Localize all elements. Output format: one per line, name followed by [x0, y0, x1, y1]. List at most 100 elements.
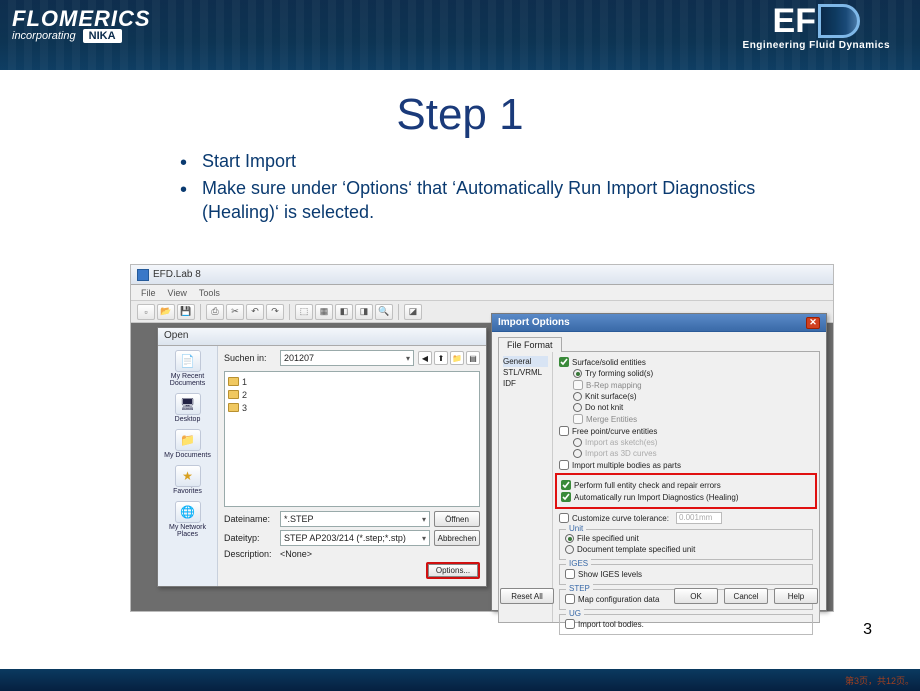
sidebar-item-documents[interactable]: 📁My Documents: [162, 429, 214, 459]
radio-label: Import as 3D curves: [585, 449, 657, 458]
cancel-button[interactable]: Abbrechen: [434, 530, 480, 546]
check-import-multiple[interactable]: Import multiple bodies as parts: [559, 459, 813, 471]
description-value: <None>: [280, 549, 480, 559]
sidebar-item-desktop[interactable]: 🖥Desktop: [162, 393, 214, 423]
close-icon[interactable]: ✕: [806, 317, 820, 329]
look-in-value: 201207: [284, 353, 314, 363]
options-button[interactable]: Options...: [426, 562, 480, 579]
sidebar-label: Desktop: [175, 416, 201, 423]
radio-icon: [565, 545, 574, 554]
footer-note: 第3页，共12页。: [845, 674, 914, 687]
toolbar-view2-icon[interactable]: ◨: [355, 304, 373, 320]
tab-file-format[interactable]: File Format: [498, 337, 562, 352]
toolbar-grid-icon[interactable]: ▦: [315, 304, 333, 320]
radio-icon: [573, 449, 582, 458]
check-label: Import multiple bodies as parts: [572, 461, 681, 470]
sidebar-label: My Documents: [164, 452, 211, 459]
folder-icon: [228, 390, 239, 399]
check-ug-import[interactable]: Import tool bodies.: [565, 618, 807, 630]
ok-button[interactable]: OK: [674, 588, 718, 604]
tolerance-input[interactable]: 0.001mm: [676, 512, 722, 524]
folder-item[interactable]: 3: [228, 401, 476, 414]
menu-item-file[interactable]: File: [141, 288, 156, 298]
toolbar-new-icon[interactable]: ▫: [137, 304, 155, 320]
radio-label: Try forming solid(s): [585, 369, 653, 378]
toolbar-misc-icon[interactable]: ◪: [404, 304, 422, 320]
check-free-point[interactable]: Free point/curve entities: [559, 425, 813, 437]
toolbar-print-icon[interactable]: ⎙: [206, 304, 224, 320]
sidebar-item-favorites[interactable]: ★Favorites: [162, 465, 214, 495]
check-brep[interactable]: B-Rep mapping: [573, 379, 813, 391]
toolbar-select-icon[interactable]: ⬚: [295, 304, 313, 320]
menu-item-view[interactable]: View: [168, 288, 187, 298]
filetype-value: STEP AP203/214 (*.step;*.stp): [284, 533, 406, 543]
reset-all-button[interactable]: Reset All: [500, 588, 554, 604]
check-label: Surface/solid entities: [572, 358, 646, 367]
import-options-tabs: File Format: [492, 332, 826, 351]
new-folder-icon[interactable]: 📁: [450, 351, 464, 365]
folder-icon: [228, 377, 239, 386]
format-item-stl[interactable]: STL/VRML: [503, 367, 548, 378]
format-item-general[interactable]: General: [503, 356, 548, 367]
radio-do-not-knit[interactable]: Do not knit: [559, 402, 813, 413]
filename-value: *.STEP: [284, 514, 314, 524]
sidebar-item-network[interactable]: 🌐My Network Places: [162, 501, 214, 538]
documents-icon: 📁: [175, 429, 201, 451]
up-icon[interactable]: ⬆: [434, 351, 448, 365]
check-custom-tolerance[interactable]: Customize curve tolerance:0.001mm: [559, 511, 813, 525]
network-icon: 🌐: [175, 501, 201, 523]
app-icon: [137, 269, 149, 281]
folder-name: 3: [242, 403, 247, 413]
toolbar-open-icon[interactable]: 📂: [157, 304, 175, 320]
toolbar-undo-icon[interactable]: ↶: [246, 304, 264, 320]
brand-main: FLOMERICS: [12, 6, 151, 31]
open-main: Suchen in: 201207▾ ◀ ⬆ 📁 ▤ 1 2 3 Dateina…: [218, 346, 486, 586]
radio-knit[interactable]: Knit surface(s): [559, 391, 813, 402]
look-in-combo[interactable]: 201207▾: [280, 350, 414, 366]
filetype-label: Dateityp:: [224, 533, 276, 543]
open-button[interactable]: Öffnen: [434, 511, 480, 527]
menu-item-tools[interactable]: Tools: [199, 288, 220, 298]
filename-input[interactable]: *.STEP▾: [280, 511, 430, 527]
import-options-buttons: OK Cancel Help: [674, 588, 818, 604]
toolbar-separator: [200, 304, 201, 320]
check-iges-levels[interactable]: Show IGES levels: [565, 568, 807, 580]
toolbar-view-icon[interactable]: ◧: [335, 304, 353, 320]
app-menubar: File View Tools: [131, 285, 833, 301]
page-number: 3: [863, 621, 872, 639]
toolbar-zoom-icon[interactable]: 🔍: [375, 304, 393, 320]
toolbar-separator: [289, 304, 290, 320]
radio-try-forming[interactable]: Try forming solid(s): [559, 368, 813, 379]
help-button[interactable]: Help: [774, 588, 818, 604]
check-merge[interactable]: Merge Entities: [573, 413, 813, 425]
folder-name: 2: [242, 390, 247, 400]
check-full-entity[interactable]: Perform full entity check and repair err…: [561, 479, 811, 491]
favorites-icon: ★: [175, 465, 201, 487]
folder-item[interactable]: 1: [228, 375, 476, 388]
look-in-label: Suchen in:: [224, 353, 276, 363]
filetype-combo[interactable]: STEP AP203/214 (*.step;*.stp)▾: [280, 530, 430, 546]
sidebar-item-recent[interactable]: 📄My Recent Documents: [162, 350, 214, 387]
import-options-titlebar: Import Options ✕: [492, 314, 826, 332]
radio-file-unit[interactable]: File specified unit: [565, 533, 807, 544]
brand-sub: incorporating: [12, 30, 76, 42]
footer-bar: [0, 669, 920, 691]
radio-icon: [573, 369, 582, 378]
format-item-idf[interactable]: IDF: [503, 378, 548, 389]
toolbar-redo-icon[interactable]: ↷: [266, 304, 284, 320]
toolbar-save-icon[interactable]: 💾: [177, 304, 195, 320]
file-list[interactable]: 1 2 3: [224, 371, 480, 507]
check-surface-solid[interactable]: Surface/solid entities: [559, 356, 813, 368]
folder-item[interactable]: 2: [228, 388, 476, 401]
open-dialog-title: Open: [158, 328, 486, 346]
back-icon[interactable]: ◀: [418, 351, 432, 365]
open-sidebar: 📄My Recent Documents 🖥Desktop 📁My Docume…: [158, 346, 218, 586]
cancel-button[interactable]: Cancel: [724, 588, 768, 604]
radio-doc-unit[interactable]: Document template specified unit: [565, 544, 807, 555]
check-auto-diagnostics[interactable]: Automatically run Import Diagnostics (He…: [561, 491, 811, 503]
toolbar-cut-icon[interactable]: ✂: [226, 304, 244, 320]
brand-logo-right: E F Engineering Fluid Dynamics: [743, 4, 890, 51]
bullet-item: Start Import: [180, 150, 800, 173]
filename-label: Dateiname:: [224, 514, 276, 524]
views-icon[interactable]: ▤: [466, 351, 480, 365]
